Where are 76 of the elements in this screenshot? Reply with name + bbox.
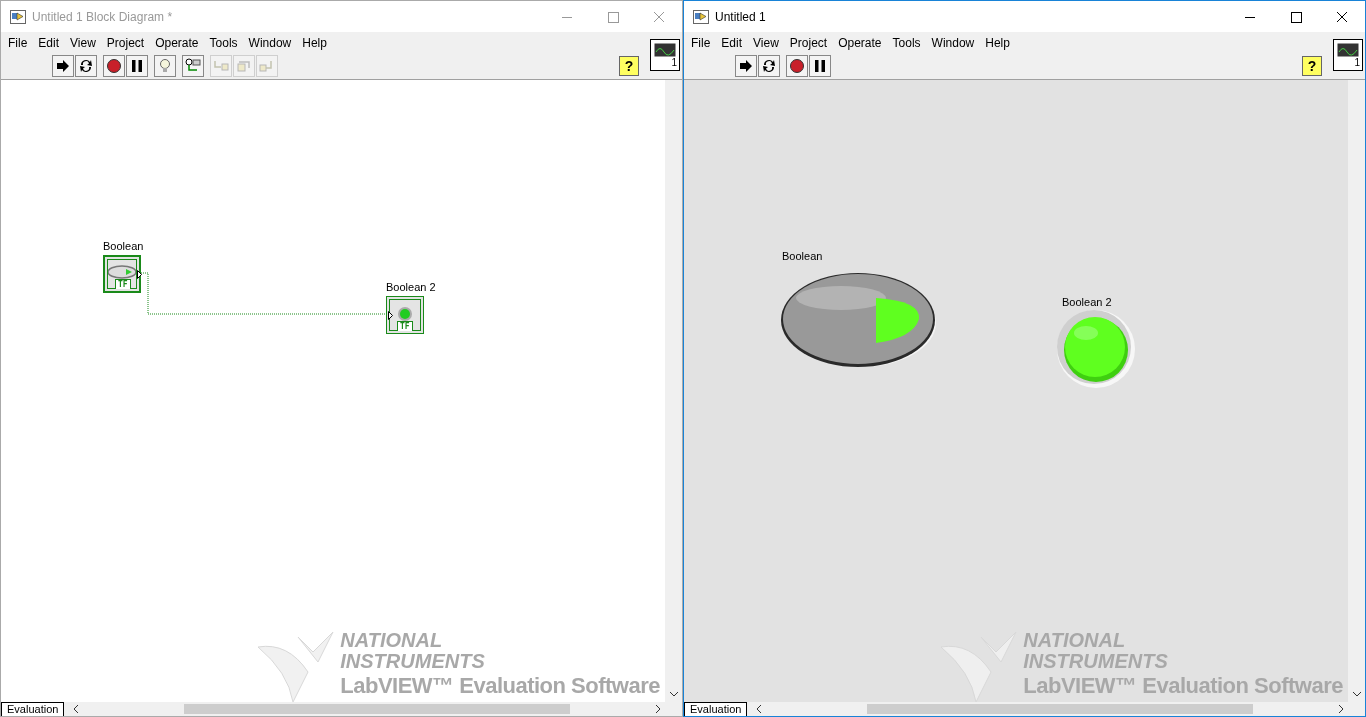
menu-item[interactable]: Help	[297, 35, 332, 50]
scroll-down-icon[interactable]	[668, 690, 679, 698]
node-label: Boolean	[103, 240, 144, 253]
scroll-right-icon[interactable]	[654, 704, 662, 714]
status-tab[interactable]: Evaluation	[684, 702, 748, 716]
control-label: Boolean	[782, 250, 823, 263]
abort-button[interactable]	[786, 55, 808, 77]
pause-button[interactable]	[809, 55, 831, 77]
app-icon	[693, 9, 709, 24]
menu-item[interactable]: Window	[926, 35, 980, 50]
highlight-button[interactable]	[154, 55, 176, 77]
run-button[interactable]	[735, 55, 757, 77]
retain-icon	[185, 58, 201, 74]
run-continuous-button[interactable]	[758, 55, 780, 77]
run-continuous-button[interactable]	[75, 55, 97, 77]
type-label: TF	[397, 321, 413, 331]
waveform-icon	[654, 43, 676, 57]
push-button[interactable]	[781, 273, 937, 369]
watermark-text: NATIONAL	[1023, 630, 1126, 651]
pause-icon	[129, 58, 145, 74]
menu-item[interactable]: Edit	[716, 35, 748, 50]
connector-pane[interactable]: 1	[650, 39, 680, 71]
menu-item[interactable]: Help	[980, 35, 1015, 50]
step-out-icon	[259, 58, 275, 74]
watermark-text: LabVIEW™ Evaluation Software	[1023, 672, 1343, 700]
abort-icon	[789, 58, 805, 74]
highlight-icon	[157, 58, 173, 74]
scroll-left-icon[interactable]	[755, 704, 764, 714]
window-title: Untitled 1	[715, 9, 767, 24]
help-button[interactable]: ?	[1302, 56, 1322, 76]
menu-item[interactable]: Tools	[887, 35, 926, 50]
run-button[interactable]	[52, 55, 74, 77]
menu-item[interactable]: Operate	[833, 35, 887, 50]
scroll-thumb[interactable]	[184, 704, 570, 714]
scroll-thumb[interactable]	[867, 704, 1253, 714]
help-button[interactable]: ?	[619, 56, 639, 76]
input-arrow-icon	[388, 311, 393, 320]
control-label: Boolean 2	[1062, 296, 1112, 309]
terminal[interactable]: TF	[386, 296, 424, 334]
menu-item[interactable]: File	[3, 35, 33, 50]
menu-item[interactable]: Project	[101, 35, 150, 50]
menu-item[interactable]: File	[686, 35, 716, 50]
pause-button[interactable]	[126, 55, 148, 77]
retain-button[interactable]	[182, 55, 204, 77]
output-arrow-icon	[137, 270, 142, 279]
waveform-icon	[1337, 43, 1359, 57]
watermark-text: INSTRUMENTS	[340, 651, 485, 672]
terminal[interactable]: TF	[103, 255, 141, 293]
pause-icon	[812, 58, 828, 74]
run-icon	[55, 58, 71, 74]
abort-icon	[106, 58, 122, 74]
scroll-down-icon[interactable]	[1351, 690, 1362, 698]
abort-button[interactable]	[103, 55, 125, 77]
scroll-right-icon[interactable]	[1337, 704, 1345, 714]
type-label: TF	[115, 279, 131, 289]
run-continuous-icon	[78, 58, 94, 74]
status-tab[interactable]: Evaluation	[1, 702, 65, 716]
app-icon	[10, 9, 26, 24]
watermark-text: LabVIEW™ Evaluation Software	[340, 672, 660, 700]
menu-item[interactable]: View	[748, 35, 784, 50]
menu-item[interactable]: Edit	[33, 35, 65, 50]
scroll-left-icon[interactable]	[72, 704, 81, 714]
menu-item[interactable]: Operate	[150, 35, 204, 50]
watermark-text: INSTRUMENTS	[1023, 651, 1168, 672]
run-continuous-icon	[761, 58, 777, 74]
menu-item[interactable]: View	[65, 35, 101, 50]
step-into-icon	[213, 58, 229, 74]
run-icon	[738, 58, 754, 74]
step-over-icon	[236, 58, 252, 74]
node-label: Boolean 2	[386, 281, 436, 294]
watermark-text: NATIONAL	[340, 630, 443, 651]
menu-item[interactable]: Tools	[204, 35, 243, 50]
window-title: Untitled 1 Block Diagram *	[32, 9, 174, 24]
menu-item[interactable]: Window	[243, 35, 297, 50]
connector-pane[interactable]: 1	[1333, 39, 1363, 71]
menu-item[interactable]: Project	[784, 35, 833, 50]
